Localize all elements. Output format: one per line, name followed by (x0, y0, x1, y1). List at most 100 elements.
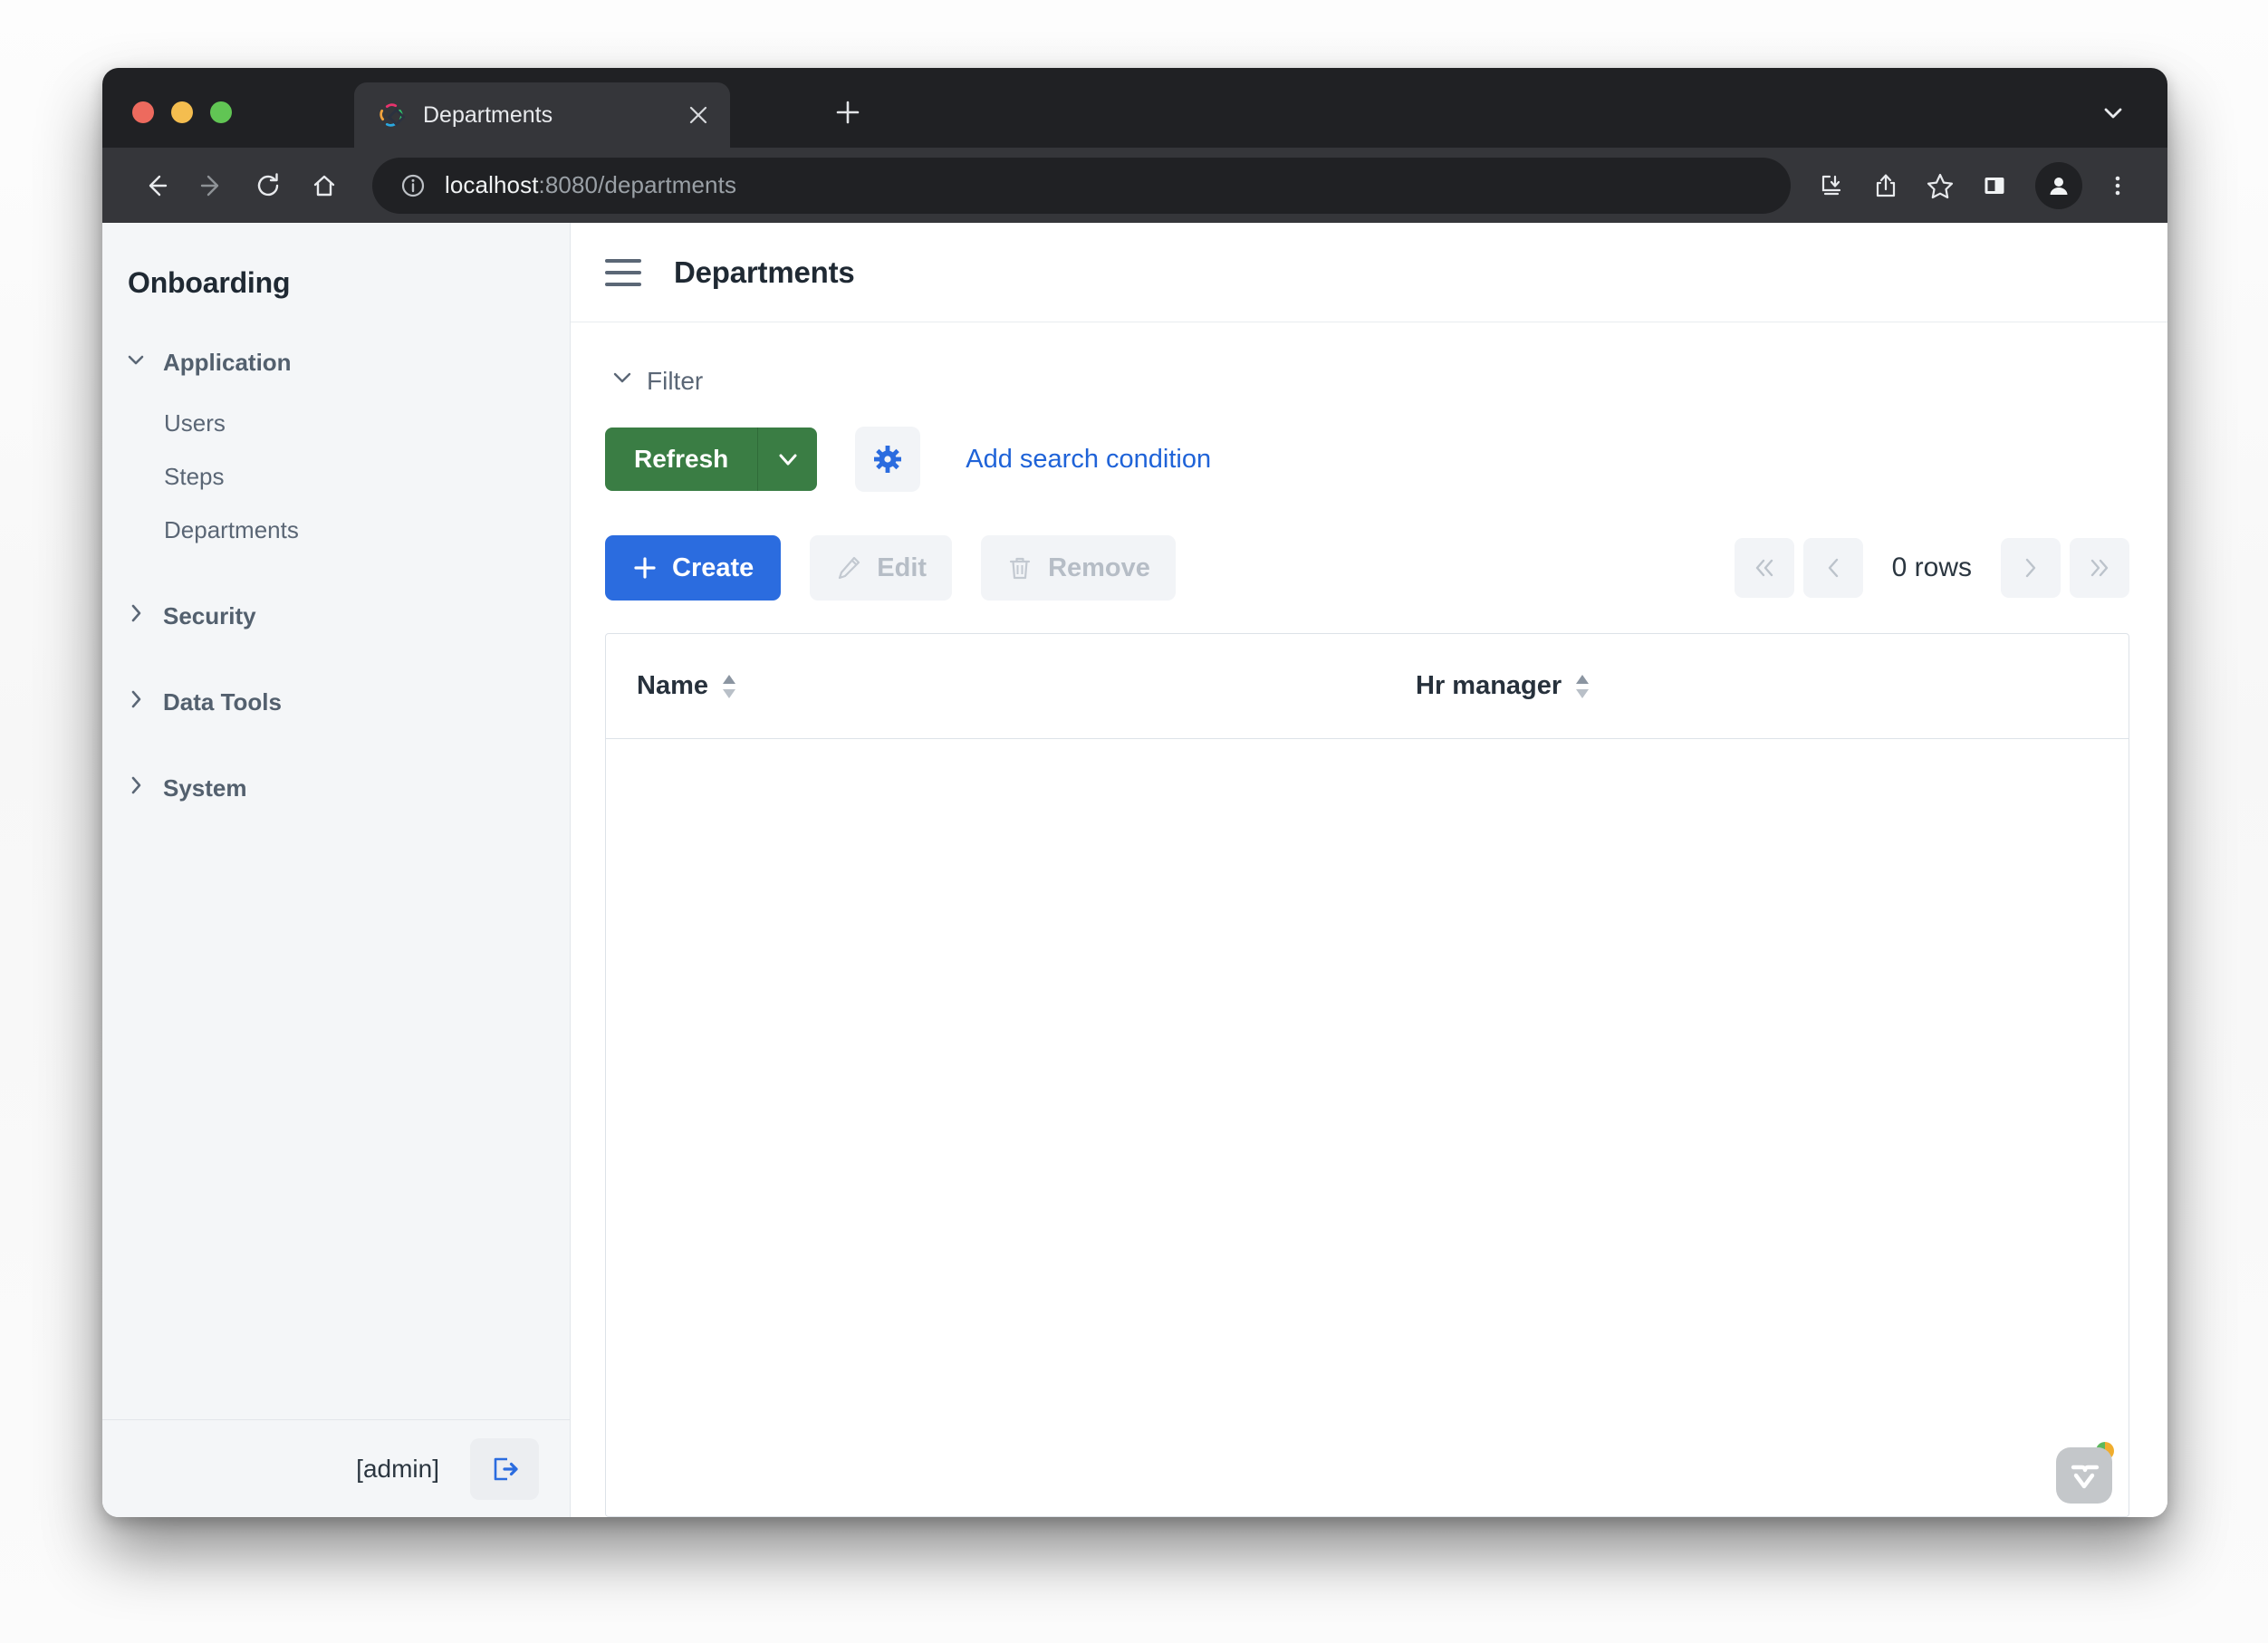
pencil-icon (839, 556, 860, 580)
arrow-right-icon[interactable] (184, 158, 240, 214)
remove-button[interactable]: Remove (981, 535, 1176, 601)
browser-toolbar-actions (1805, 159, 2144, 212)
first-page-button[interactable] (1734, 538, 1794, 598)
reload-icon[interactable] (240, 158, 296, 214)
double-chevron-left-icon (1755, 559, 1773, 577)
minimize-window-button[interactable] (171, 101, 193, 123)
sidebar-group-label: Application (163, 349, 292, 376)
chevron-down-icon (125, 349, 147, 377)
grid-column-hr-manager[interactable]: Hr manager (1385, 671, 2129, 701)
chevron-right-icon (2025, 558, 2036, 578)
grid-column-name[interactable]: Name (606, 671, 1385, 701)
kebab-menu-icon[interactable] (2091, 159, 2144, 212)
last-page-button[interactable] (2070, 538, 2129, 598)
sidebar-children-application: Users Steps Departments (102, 397, 570, 557)
prev-page-button[interactable] (1802, 538, 1863, 598)
vaadin-diamond-favicon (380, 103, 405, 127)
chevron-right-icon (125, 774, 147, 802)
sidebar-group-label: Data Tools (163, 688, 282, 716)
address-bar-url: localhost:8080/departments (445, 171, 736, 199)
filter-actions: Refresh Add search condition (605, 427, 2129, 492)
desktop-backdrop: Departments localhost:8080/departments O… (0, 0, 2268, 1643)
address-bar[interactable]: localhost:8080/departments (372, 157, 1791, 214)
sidebar-item-departments[interactable]: Departments (102, 504, 570, 557)
sidebar-group-security[interactable]: Security (102, 590, 570, 643)
bookmark-star-icon[interactable] (1914, 159, 1966, 212)
grid-header-row: Name Hr manager (606, 634, 2129, 739)
edit-button[interactable]: Edit (810, 535, 953, 601)
sidebar: Onboarding Application Users Steps Depar… (102, 223, 571, 1517)
create-button-label: Create (672, 552, 754, 582)
page-title: Departments (674, 255, 855, 289)
sidebar-group-label: Security (163, 602, 256, 629)
grid-body (606, 739, 2129, 1516)
chevron-right-icon (125, 688, 147, 716)
logout-icon[interactable] (470, 1437, 539, 1500)
current-user-label: [admin] (356, 1454, 439, 1483)
info-circle-icon[interactable] (399, 172, 427, 199)
crud-toolbar: Create Edit Remove 0 rows (605, 535, 2129, 601)
create-button[interactable]: Create (605, 535, 782, 601)
filter-label: Filter (647, 366, 704, 395)
sidebar-item-users[interactable]: Users (102, 397, 570, 450)
page-viewport: Onboarding Application Users Steps Depar… (102, 223, 2167, 1517)
filter-toggle[interactable]: Filter (605, 366, 2129, 396)
chevron-right-icon (125, 602, 147, 630)
refresh-dropdown-button[interactable] (757, 428, 818, 491)
sidebar-group-data-tools[interactable]: Data Tools (102, 676, 570, 729)
browser-tab[interactable]: Departments (354, 82, 730, 148)
refresh-button[interactable]: Refresh (605, 428, 758, 491)
profile-avatar-icon[interactable] (2035, 161, 2082, 209)
gear-icon (874, 446, 902, 473)
browser-window: Departments localhost:8080/departments O… (102, 68, 2167, 1517)
sidebar-group-system[interactable]: System (102, 762, 570, 815)
vaadin-logo-icon[interactable] (2056, 1447, 2112, 1504)
home-icon[interactable] (296, 158, 352, 214)
next-page-button[interactable] (2001, 538, 2061, 598)
arrow-left-icon[interactable] (128, 158, 184, 214)
close-icon[interactable] (681, 98, 716, 132)
chevron-down-icon (779, 454, 797, 466)
browser-toolbar: localhost:8080/departments (102, 148, 2167, 223)
close-window-button[interactable] (132, 101, 154, 123)
app-brand-title: Onboarding (128, 266, 291, 299)
install-app-icon[interactable] (1805, 159, 1858, 212)
main-header: Departments (571, 223, 2167, 322)
edit-button-label: Edit (877, 552, 927, 582)
add-search-condition-link[interactable]: Add search condition (966, 445, 1211, 475)
browser-tab-strip: Departments (102, 68, 2167, 148)
main-body: Filter Refresh Add search condition Crea… (571, 322, 2167, 1517)
sort-updown-icon[interactable] (721, 674, 737, 698)
double-chevron-right-icon (2090, 559, 2109, 577)
sidebar-footer: [admin] (102, 1419, 570, 1517)
grid-column-label: Name (637, 671, 708, 700)
window-controls (132, 101, 232, 123)
trash-icon (1009, 557, 1031, 580)
main-content: Departments Filter Refresh Add search co… (571, 223, 2167, 1517)
plus-icon[interactable] (827, 91, 869, 133)
hamburger-menu-icon[interactable] (605, 258, 641, 286)
address-path: :8080/departments (538, 171, 737, 198)
sidebar-group-application[interactable]: Application (102, 336, 570, 389)
chevron-down-icon[interactable] (2093, 93, 2133, 133)
sidebar-item-steps[interactable]: Steps (102, 450, 570, 504)
pagination: 0 rows (1734, 538, 2129, 598)
share-icon[interactable] (1860, 159, 1912, 212)
chevron-down-icon (610, 366, 634, 396)
row-count-label: 0 rows (1891, 552, 1972, 582)
remove-button-label: Remove (1048, 552, 1150, 582)
departments-grid: Name Hr manager (605, 633, 2129, 1517)
filter-settings-button[interactable] (855, 427, 921, 492)
side-panel-icon[interactable] (1968, 159, 2021, 212)
sidebar-group-label: System (163, 774, 247, 802)
maximize-window-button[interactable] (210, 101, 232, 123)
chevron-left-icon (1828, 558, 1838, 578)
sort-updown-icon[interactable] (1574, 674, 1590, 698)
grid-column-label: Hr manager (1416, 671, 1562, 700)
address-host: localhost (445, 171, 539, 198)
plus-icon (634, 557, 656, 579)
sidebar-nav: Application Users Steps Departments Secu… (102, 300, 570, 1419)
